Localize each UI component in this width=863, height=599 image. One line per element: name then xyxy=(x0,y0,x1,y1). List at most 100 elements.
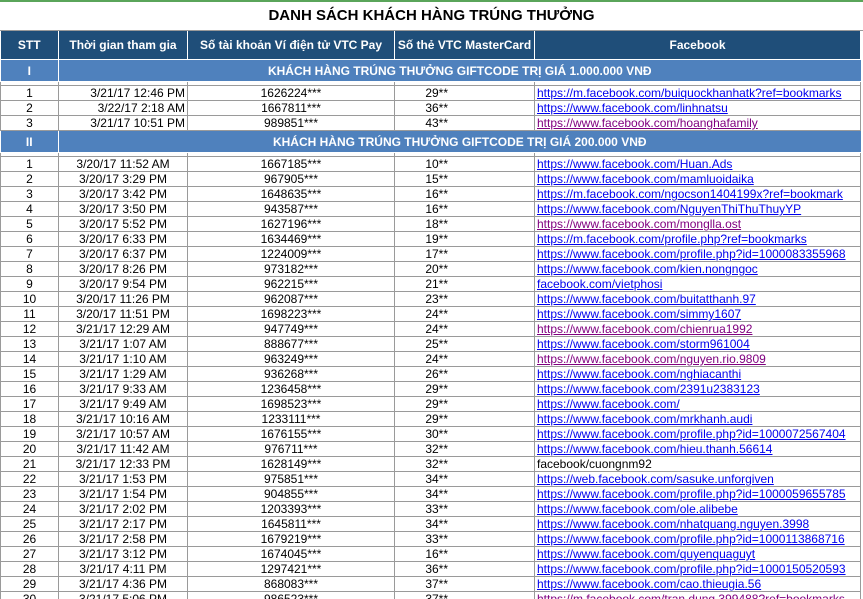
cell-facebook: https://www.facebook.com/hoanghafamily xyxy=(534,115,861,131)
cell-mastercard: 32** xyxy=(394,441,535,457)
cell-time: 3/21/17 2:17 PM xyxy=(58,516,188,532)
header-facebook: Facebook xyxy=(534,31,861,60)
cell-vtcpay-account: 1626224*** xyxy=(187,85,395,101)
table-body: I KHÁCH HÀNG TRÚNG THƯỞNG GIFTCODE TRỊ GI… xyxy=(0,59,861,599)
cell-time: 3/21/17 10:16 AM xyxy=(58,411,188,427)
facebook-link[interactable]: https://www.facebook.com/ole.alibebe xyxy=(537,503,738,516)
table-row: 8 3/20/17 8:26 PM 973182*** 20** https://www… xyxy=(0,261,861,277)
cell-stt: 12 xyxy=(0,321,59,337)
facebook-link[interactable]: https://www.facebook.com/mrkhanh.audi xyxy=(537,413,752,426)
header-vtcpay-account: Số tài khoản Ví điện tử VTC Pay xyxy=(187,31,395,60)
cell-time: 3/20/17 8:26 PM xyxy=(58,261,188,277)
facebook-link[interactable]: https://www.facebook.com/nghiacanthi xyxy=(537,368,741,381)
cell-vtcpay-account: 1676155*** xyxy=(187,426,395,442)
table-row: 23 3/21/17 1:54 PM 904855*** 34** https://ww… xyxy=(0,486,861,502)
cell-mastercard: 33** xyxy=(394,531,535,547)
cell-mastercard: 29** xyxy=(394,411,535,427)
facebook-link[interactable]: https://www.facebook.com/Huan.Ads xyxy=(537,158,732,171)
facebook-link[interactable]: https://www.facebook.com/profile.php?id=… xyxy=(537,563,846,576)
cell-mastercard: 21** xyxy=(394,276,535,292)
cell-vtcpay-account: 1628149*** xyxy=(187,456,395,472)
facebook-link[interactable]: facebook.com/vietphosi xyxy=(537,278,662,291)
cell-vtcpay-account: 1667185*** xyxy=(187,156,395,172)
cell-facebook: https://www.facebook.com/chienrua1992 xyxy=(534,321,861,337)
facebook-link[interactable]: https://www.facebook.com/ xyxy=(537,398,680,411)
cell-vtcpay-account: 1698523*** xyxy=(187,396,395,412)
cell-vtcpay-account: 967905*** xyxy=(187,171,395,187)
facebook-link[interactable]: https://www.facebook.com/hieu.thanh.5661… xyxy=(537,443,772,456)
cell-facebook: https://www.facebook.com/linhnatsu xyxy=(534,100,861,116)
facebook-link[interactable]: https://www.facebook.com/mongllа.ost xyxy=(537,218,741,231)
section-title: KHÁCH HÀNG TRÚNG THƯỞNG GIFTCODE TRỊ GIÁ… xyxy=(58,59,861,82)
cell-mastercard: 23** xyxy=(394,291,535,307)
cell-mastercard: 37** xyxy=(394,591,535,599)
facebook-link[interactable]: https://www.facebook.com/mamluoidaika xyxy=(537,173,754,186)
cell-facebook: https://www.facebook.com/quyenquaguyt xyxy=(534,546,861,562)
facebook-link[interactable]: https://www.facebook.com/NguyenThiThuThu… xyxy=(537,203,801,216)
facebook-link[interactable]: https://www.facebook.com/chienrua1992 xyxy=(537,323,752,336)
cell-facebook: https://www.facebook.com/profile.php?id=… xyxy=(534,561,861,577)
cell-facebook: https://www.facebook.com/ xyxy=(534,396,861,412)
cell-time: 3/22/17 2:18 AM xyxy=(58,100,188,116)
facebook-link[interactable]: https://www.facebook.com/profile.php?id=… xyxy=(537,533,845,546)
facebook-text: facebook/cuongnm92 xyxy=(537,457,652,471)
cell-stt: 10 xyxy=(0,291,59,307)
cell-mastercard: 25** xyxy=(394,336,535,352)
facebook-link[interactable]: https://www.facebook.com/storm961004 xyxy=(537,338,750,351)
cell-time: 3/21/17 1:53 PM xyxy=(58,471,188,487)
cell-mastercard: 43** xyxy=(394,115,535,131)
facebook-link[interactable]: https://m.facebook.com/profile.php?ref=b… xyxy=(537,233,807,246)
cell-facebook: https://www.facebook.com/nghiacanthi xyxy=(534,366,861,382)
cell-facebook: https://www.facebook.com/profile.php?id=… xyxy=(534,486,861,502)
facebook-link[interactable]: https://www.facebook.com/quyenquaguyt xyxy=(537,548,755,561)
table-row: 2 3/20/17 3:29 PM 967905*** 15** https://www… xyxy=(0,171,861,187)
facebook-link[interactable]: https://www.facebook.com/simmy1607 xyxy=(537,308,741,321)
facebook-link[interactable]: https://www.facebook.com/linhnatsu xyxy=(537,102,728,115)
cell-mastercard: 34** xyxy=(394,486,535,502)
cell-facebook: https://www.facebook.com/mongllа.ost xyxy=(534,216,861,232)
cell-mastercard: 29** xyxy=(394,381,535,397)
cell-stt: 5 xyxy=(0,216,59,232)
cell-time: 3/20/17 11:51 PM xyxy=(58,306,188,322)
cell-stt: 4 xyxy=(0,201,59,217)
facebook-link[interactable]: https://www.facebook.com/buitatthanh.97 xyxy=(537,293,756,306)
cell-stt: 14 xyxy=(0,351,59,367)
cell-vtcpay-account: 1236458*** xyxy=(187,381,395,397)
facebook-link[interactable]: https://www.facebook.com/profile.php?id=… xyxy=(537,428,846,441)
cell-stt: 15 xyxy=(0,366,59,382)
cell-facebook: https://m.facebook.com/ngocson1404199x?r… xyxy=(534,186,861,202)
cell-stt: 30 xyxy=(0,591,59,599)
table-row: 27 3/21/17 3:12 PM 1674045*** 16** https://w… xyxy=(0,546,861,562)
header-mastercard: Số thẻ VTC MasterCard xyxy=(394,31,535,60)
cell-stt: 20 xyxy=(0,441,59,457)
facebook-link[interactable]: https://web.facebook.com/sasuke.unforgiv… xyxy=(537,473,774,486)
facebook-link[interactable]: https://www.facebook.com/nhatquang.nguye… xyxy=(537,518,809,531)
cell-mastercard: 16** xyxy=(394,546,535,562)
cell-time: 3/21/17 4:11 PM xyxy=(58,561,188,577)
facebook-link[interactable]: https://m.facebook.com/ngocson1404199x?r… xyxy=(537,188,843,201)
cell-time: 3/21/17 2:58 PM xyxy=(58,531,188,547)
cell-facebook: https://www.facebook.com/NguyenThiThuThu… xyxy=(534,201,861,217)
cell-mastercard: 15** xyxy=(394,171,535,187)
facebook-link[interactable]: https://www.facebook.com/profile.php?id=… xyxy=(537,248,846,261)
cell-facebook: facebook.com/vietphosi xyxy=(534,276,861,292)
cell-mastercard: 30** xyxy=(394,426,535,442)
cell-mastercard: 24** xyxy=(394,321,535,337)
facebook-link[interactable]: https://www.facebook.com/cao.thieugia.56 xyxy=(537,578,761,591)
cell-stt: 7 xyxy=(0,246,59,262)
facebook-link[interactable]: https://www.facebook.com/profile.php?id=… xyxy=(537,488,846,501)
cell-mastercard: 18** xyxy=(394,216,535,232)
facebook-link[interactable]: https://m.facebook.com/tran.dung.399488?… xyxy=(537,593,845,599)
facebook-link[interactable]: https://www.facebook.com/nguyen.rio.9809 xyxy=(537,353,766,366)
facebook-link[interactable]: https://m.facebook.com/buiquockhanhatk?r… xyxy=(537,87,842,100)
cell-facebook: https://web.facebook.com/sasuke.unforgiv… xyxy=(534,471,861,487)
facebook-link[interactable]: https://www.facebook.com/hoanghafamily xyxy=(537,117,758,130)
cell-time: 3/20/17 11:26 PM xyxy=(58,291,188,307)
facebook-link[interactable]: https://www.facebook.com/2391u2383123 xyxy=(537,383,760,396)
cell-mastercard: 24** xyxy=(394,306,535,322)
cell-vtcpay-account: 1203393*** xyxy=(187,501,395,517)
table-row: 14 3/21/17 1:10 AM 963249*** 24** https://ww… xyxy=(0,351,861,367)
cell-mastercard: 29** xyxy=(394,396,535,412)
facebook-link[interactable]: https://www.facebook.com/kien.nongngoc xyxy=(537,263,758,276)
cell-mastercard: 16** xyxy=(394,186,535,202)
